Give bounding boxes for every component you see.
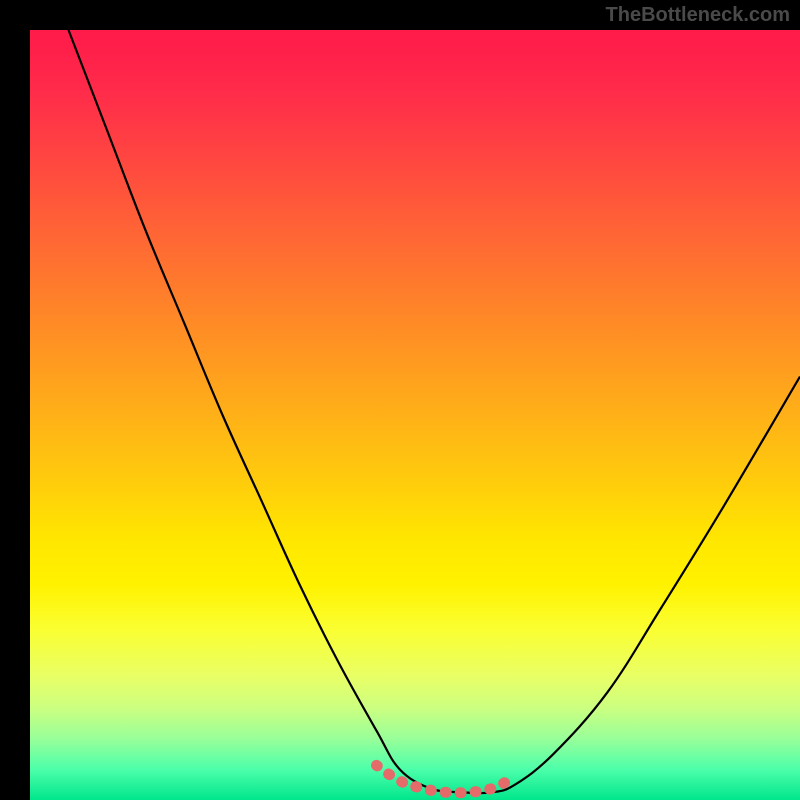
curve-svg xyxy=(30,30,800,800)
attribution-text: TheBottleneck.com xyxy=(606,4,790,27)
optimal-range-highlight xyxy=(377,765,516,792)
bottleneck-curve xyxy=(69,30,800,793)
plot-area xyxy=(30,30,800,800)
